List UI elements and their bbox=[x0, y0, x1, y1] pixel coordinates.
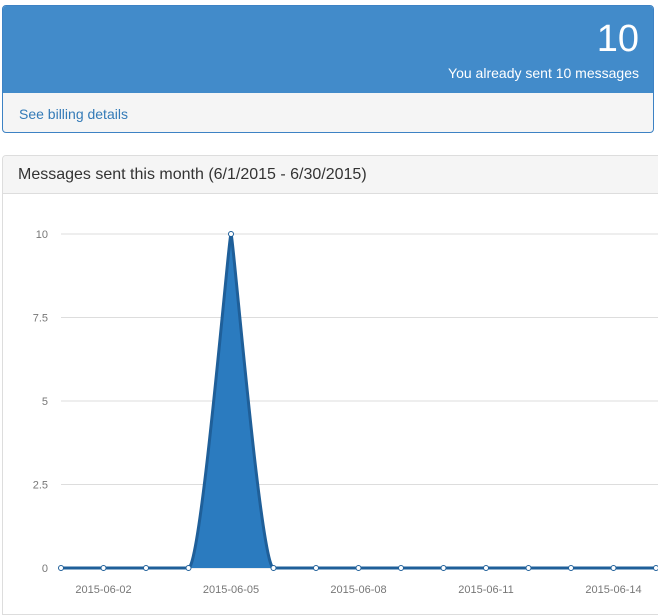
messages-caption: You already sent 10 messages bbox=[448, 64, 639, 82]
y-tick-label: 0 bbox=[42, 563, 48, 575]
data-point[interactable] bbox=[611, 566, 616, 571]
billing-details-link[interactable]: See billing details bbox=[19, 105, 128, 123]
data-point[interactable] bbox=[101, 566, 106, 571]
x-axis-ticks: 2015-06-02 2015-06-05 2015-06-08 2015-06-11… bbox=[75, 584, 641, 596]
data-point[interactable] bbox=[356, 566, 361, 571]
y-tick-label: 10 bbox=[36, 229, 48, 241]
data-point[interactable] bbox=[484, 566, 489, 571]
chart-grid bbox=[61, 234, 658, 568]
y-tick-label: 2.5 bbox=[33, 480, 48, 492]
messages-chart: 02.557.510 2015-06-022015-06-052015-06-0… bbox=[3, 156, 658, 615]
x-tick-label: 2015-06-08 bbox=[330, 584, 386, 596]
y-tick-label: 5 bbox=[42, 396, 48, 408]
data-point[interactable] bbox=[271, 566, 276, 571]
messages-summary-panel: 10 You already sent 10 messages See bill… bbox=[2, 5, 654, 133]
data-point[interactable] bbox=[229, 232, 234, 237]
x-tick-label: 2015-06-02 bbox=[75, 584, 131, 596]
summary-header: 10 You already sent 10 messages bbox=[3, 6, 653, 93]
data-point[interactable] bbox=[526, 566, 531, 571]
x-tick-label: 2015-06-05 bbox=[203, 584, 259, 596]
data-point[interactable] bbox=[654, 566, 658, 571]
data-point[interactable] bbox=[314, 566, 319, 571]
messages-chart-panel: Messages sent this month (6/1/2015 - 6/3… bbox=[2, 155, 658, 615]
data-point[interactable] bbox=[441, 566, 446, 571]
y-axis-ticks: 0 2.5 5 7.5 10 bbox=[33, 229, 48, 575]
data-point[interactable] bbox=[144, 566, 149, 571]
messages-count: 10 bbox=[597, 16, 639, 62]
data-point[interactable] bbox=[569, 566, 574, 571]
data-point[interactable] bbox=[59, 566, 64, 571]
x-tick-label: 2015-06-14 bbox=[585, 584, 641, 596]
data-point[interactable] bbox=[186, 566, 191, 571]
x-tick-label: 2015-06-11 bbox=[458, 584, 513, 596]
data-point[interactable] bbox=[399, 566, 404, 571]
y-tick-label: 7.5 bbox=[33, 313, 48, 325]
